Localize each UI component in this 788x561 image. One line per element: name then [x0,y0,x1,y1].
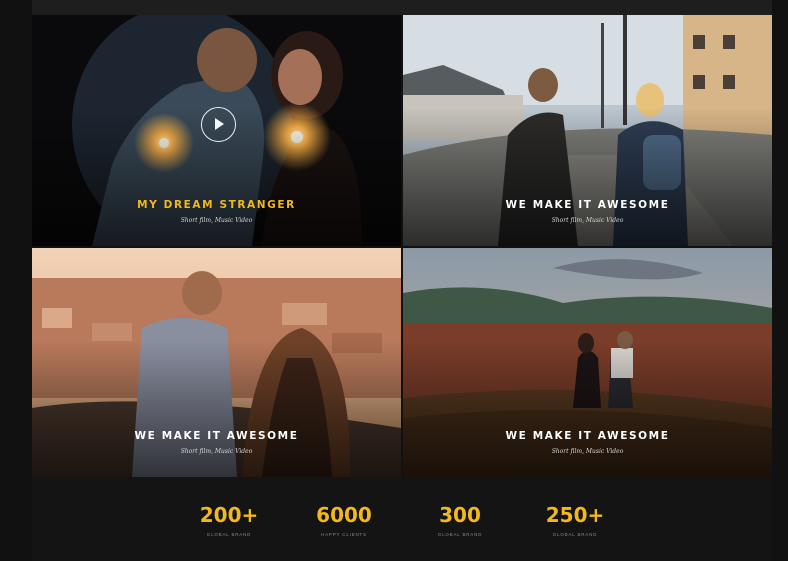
portfolio-item-4[interactable]: WE MAKE IT AWESOME Short film, Music Vid… [403,248,772,477]
play-icon[interactable] [201,107,236,142]
caption-shade [403,107,772,246]
caption: WE MAKE IT AWESOME Short film, Music Vid… [403,199,772,224]
portfolio-subtitle: Short film, Music Video [551,217,624,224]
portfolio-title: WE MAKE IT AWESOME [505,199,670,211]
stat-label: HAPPY CLIENTS [321,532,367,537]
stat-label: GLOBAL BRAND [552,532,598,537]
stat-label: GLOBAL BRAND [437,532,483,537]
stat-value: 300 [439,503,481,527]
portfolio-title: WE MAKE IT AWESOME [505,430,670,442]
page: MY DREAM STRANGER Short film, Music Vide… [0,0,788,561]
stat-global-brand-3: 250+ GLOBAL BRAND [520,503,630,537]
portfolio-title: MY DREAM STRANGER [137,199,296,211]
stat-happy-clients: 6000 HAPPY CLIENTS [289,503,399,537]
caption-shade [403,339,772,477]
stat-global-brand-2: 300 GLOBAL BRAND [405,503,515,537]
caption-shade [32,339,401,477]
caption: WE MAKE IT AWESOME Short film, Music Vid… [32,430,401,455]
portfolio-subtitle: Short film, Music Video [551,448,624,455]
caption: WE MAKE IT AWESOME Short film, Music Vid… [403,430,772,455]
stat-value: 6000 [316,503,372,527]
stat-global-brand-1: 200+ GLOBAL BRAND [174,503,284,537]
stat-label: GLOBAL BRAND [206,532,252,537]
stat-value: 200+ [199,503,259,527]
portfolio-subtitle: Short film, Music Video [180,217,253,224]
stats-bar: 200+ GLOBAL BRAND 6000 HAPPY CLIENTS 300… [32,477,772,561]
portfolio-item-2[interactable]: WE MAKE IT AWESOME Short film, Music Vid… [403,15,772,246]
portfolio-gallery: MY DREAM STRANGER Short film, Music Vide… [32,15,772,477]
portfolio-item-1[interactable]: MY DREAM STRANGER Short film, Music Vide… [32,15,401,246]
portfolio-subtitle: Short film, Music Video [180,448,253,455]
portfolio-title: WE MAKE IT AWESOME [134,430,299,442]
top-band [32,0,772,15]
caption: MY DREAM STRANGER Short film, Music Vide… [32,199,401,224]
portfolio-item-3[interactable]: WE MAKE IT AWESOME Short film, Music Vid… [32,248,401,477]
stat-value: 250+ [545,503,605,527]
